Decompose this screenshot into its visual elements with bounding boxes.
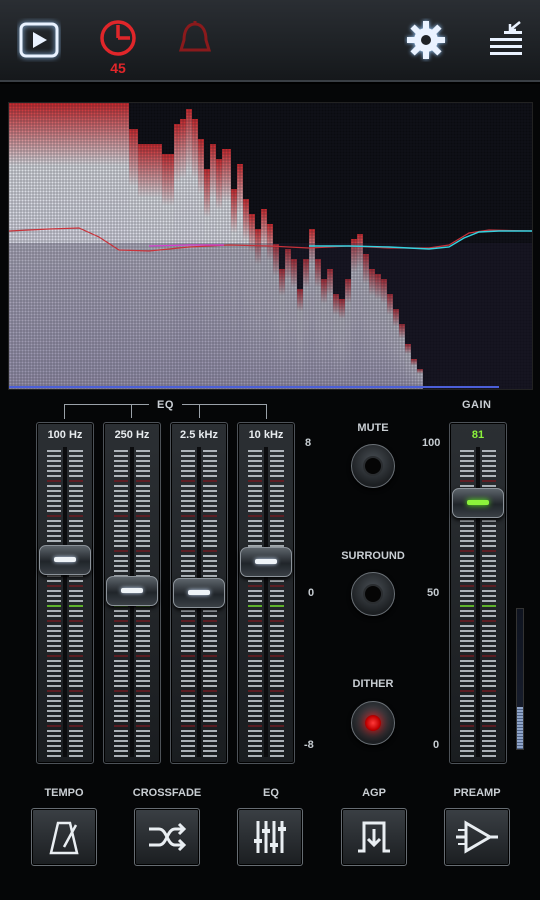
agp-button[interactable] <box>341 808 407 866</box>
gain-knob[interactable] <box>452 488 504 519</box>
eq-knob[interactable] <box>39 545 91 576</box>
eq-button-label: EQ <box>263 787 279 799</box>
eq-slider-10khz[interactable]: 10 kHz <box>237 422 295 764</box>
switch-off-indicator <box>363 456 383 476</box>
eq-slider-2500hz[interactable]: 2.5 kHz <box>170 422 228 764</box>
menu-icon[interactable] <box>484 18 528 62</box>
shuffle-icon <box>149 822 187 852</box>
eq-bracket-left <box>64 404 149 419</box>
preamp-button[interactable] <box>444 808 510 866</box>
spectrum-graph <box>8 103 533 389</box>
preamp-label: PREAMP <box>453 787 501 799</box>
gain-title: GAIN <box>462 399 492 411</box>
timer-icon[interactable] <box>96 18 140 62</box>
eq-band-label: 10 kHz <box>248 429 284 441</box>
gain-scale-bottom: 0 <box>433 739 440 751</box>
metronome-icon <box>49 821 79 855</box>
eq-slider-250hz[interactable]: 250 Hz <box>103 422 161 764</box>
amplifier-icon <box>456 820 498 854</box>
gain-level-fill <box>517 707 523 749</box>
gear-icon[interactable] <box>404 18 448 62</box>
dither-label: DITHER <box>352 678 394 690</box>
eq-bracket-right <box>182 404 267 419</box>
eq-scale-mid: 0 <box>308 587 315 599</box>
spectrum-analyzer <box>8 102 533 390</box>
eq-knob[interactable] <box>106 576 158 607</box>
crossfade-button[interactable] <box>134 808 200 866</box>
eq-band-label: 100 Hz <box>47 429 83 441</box>
mute-switch[interactable] <box>351 444 395 488</box>
eq-scale-top: 8 <box>305 437 312 449</box>
gain-level-meter <box>516 608 524 750</box>
surround-switch[interactable] <box>351 572 395 616</box>
eq-scale-bottom: -8 <box>304 739 314 751</box>
gain-slider[interactable]: 81 <box>449 422 507 764</box>
crossfade-label: CROSSFADE <box>132 787 202 799</box>
play-icon[interactable] <box>17 18 61 62</box>
surround-label: SURROUND <box>341 550 405 562</box>
timer-value: 45 <box>110 60 126 76</box>
tempo-button[interactable] <box>31 808 97 866</box>
eq-slider-100hz[interactable]: 100 Hz <box>36 422 94 764</box>
eq-bracket-tick <box>199 404 200 418</box>
eq-button[interactable] <box>237 808 303 866</box>
switch-off-indicator <box>363 584 383 604</box>
agp-icon <box>358 821 390 853</box>
tempo-label: TEMPO <box>44 787 84 799</box>
eq-knob[interactable] <box>173 578 225 608</box>
switch-on-led <box>365 715 381 731</box>
eq-section-title: EQ <box>157 399 174 411</box>
dither-switch[interactable] <box>351 701 395 745</box>
mute-label: MUTE <box>357 422 389 434</box>
alarm-icon[interactable] <box>173 18 217 62</box>
eq-band-label: 2.5 kHz <box>180 429 218 441</box>
gain-scale-mid: 50 <box>427 587 440 599</box>
eq-bracket-tick <box>131 404 132 418</box>
gain-value: 81 <box>471 429 485 441</box>
eq-band-label: 250 Hz <box>114 429 150 441</box>
agp-label: AGP <box>362 787 386 799</box>
toolbar: 45 <box>0 0 540 82</box>
gain-scale-top: 100 <box>422 437 441 449</box>
eq-knob[interactable] <box>240 547 292 578</box>
equalizer-icon <box>254 821 286 853</box>
